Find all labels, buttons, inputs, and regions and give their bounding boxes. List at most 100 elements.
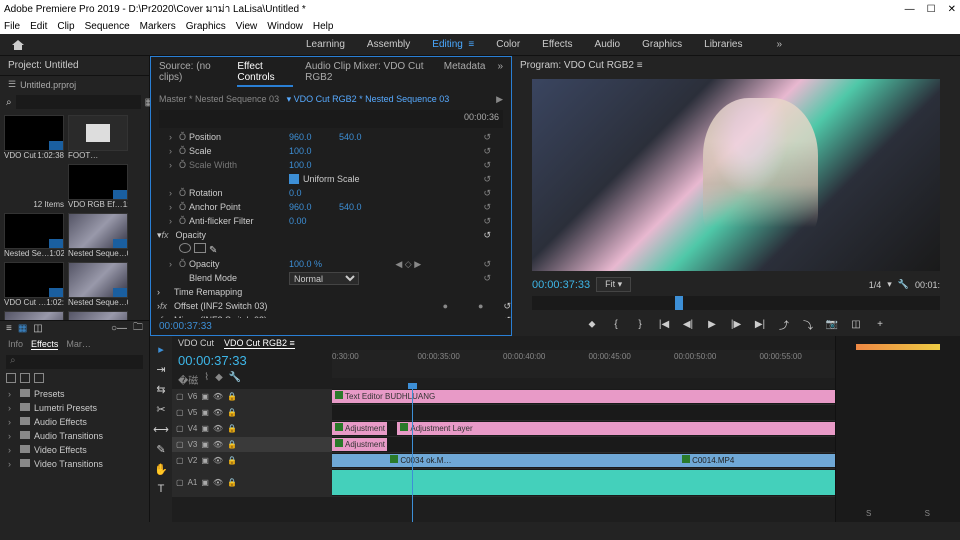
ec-value[interactable]: 0.0	[289, 188, 339, 198]
workspace-libraries[interactable]: Libraries	[704, 39, 742, 50]
stopwatch-icon[interactable]: Ŏ	[179, 216, 189, 226]
track-target[interactable]: ▢	[176, 392, 184, 401]
menu-help[interactable]: Help	[313, 21, 334, 32]
ec-tab-overflow[interactable]: »	[497, 61, 503, 87]
lock-icon[interactable]: 🔒	[227, 408, 237, 417]
timeline-clip[interactable]	[332, 470, 835, 495]
menu-window[interactable]: Window	[267, 21, 303, 32]
track-header[interactable]: ▢A1▣👁🔒	[172, 469, 332, 496]
bin-item[interactable]: FOOT…	[68, 115, 128, 160]
program-playhead[interactable]	[675, 296, 683, 310]
disclosure-icon[interactable]: ›	[169, 160, 179, 170]
program-tab[interactable]: Program: VDO Cut RGB2 ≡	[512, 56, 960, 75]
stopwatch-icon[interactable]: Ŏ	[179, 160, 189, 170]
track-target[interactable]: ▢	[176, 456, 184, 465]
wrench-icon[interactable]: 🔧	[229, 372, 241, 387]
track-header[interactable]: ▢V2▣👁🔒	[172, 453, 332, 468]
effects-tab[interactable]: Effects	[31, 339, 58, 350]
timeline-clip[interactable]: Adjustment Layer	[332, 438, 387, 451]
track-target[interactable]: ▢	[176, 478, 184, 487]
workspace-learning[interactable]: Learning	[306, 39, 345, 50]
workspace-effects[interactable]: Effects	[542, 39, 572, 50]
stopwatch-icon[interactable]: Ŏ	[179, 146, 189, 156]
effects-folder[interactable]: Video Effects	[6, 443, 143, 457]
program-monitor[interactable]	[532, 79, 940, 271]
project-search-input[interactable]	[16, 95, 141, 109]
step-fwd-icon[interactable]: |▶	[728, 316, 744, 332]
stopwatch-icon[interactable]: Ŏ	[179, 202, 189, 212]
mark-out-icon[interactable]: }	[632, 316, 648, 332]
bin-item[interactable]: Nested Seque…0:24	[68, 262, 128, 307]
disclosure-icon[interactable]: ›	[169, 188, 179, 198]
menu-clip[interactable]: Clip	[57, 21, 74, 32]
track-toggle[interactable]: ▣	[201, 392, 209, 401]
effects-search[interactable]: ⌕	[6, 355, 143, 369]
lock-icon[interactable]: 🔒	[227, 478, 237, 487]
reset-icon[interactable]: ↺	[483, 132, 491, 143]
timeline-clip[interactable]	[538, 454, 568, 467]
icon-view-icon[interactable]: ▦	[18, 323, 27, 334]
close-icon[interactable]: ✕	[948, 4, 956, 15]
fx-badge-icon[interactable]	[6, 373, 16, 383]
project-tab[interactable]: Project: Untitled	[0, 56, 149, 76]
menu-edit[interactable]: Edit	[30, 21, 47, 32]
track-content[interactable]	[332, 405, 835, 420]
reset-icon[interactable]: ↺	[483, 188, 491, 199]
hand-tool-icon[interactable]: ✋	[154, 462, 168, 476]
track-select-tool-icon[interactable]: ⇥	[154, 362, 168, 376]
go-out-icon[interactable]: ▶|	[752, 316, 768, 332]
disclosure-icon[interactable]: ›	[169, 202, 179, 212]
ec-value[interactable]: 0.00	[289, 216, 339, 226]
razor-tool-icon[interactable]: ✂	[154, 402, 168, 416]
effects-folder[interactable]: Audio Transitions	[6, 429, 143, 443]
lock-icon[interactable]: 🔒	[227, 456, 237, 465]
timeline-timecode[interactable]: 00:00:37:33	[172, 351, 332, 370]
track-toggle[interactable]: ▣	[201, 440, 209, 449]
track-name[interactable]: V4	[188, 424, 198, 433]
ec-value[interactable]: 100.0	[289, 160, 339, 170]
eye-icon[interactable]: 👁	[213, 440, 223, 449]
reset-icon[interactable]: ↺	[483, 174, 491, 185]
bin-item[interactable]: Nested Seque…0:40	[68, 311, 128, 320]
go-in-icon[interactable]: |◀	[656, 316, 672, 332]
timeline-clip[interactable]: C0014.MP4	[679, 454, 835, 467]
track-name[interactable]: A1	[188, 478, 198, 487]
play-icon[interactable]: ▶	[704, 316, 720, 332]
timeline-clip[interactable]	[568, 454, 628, 467]
workspace-graphics[interactable]: Graphics	[642, 39, 682, 50]
lock-icon[interactable]: 🔒	[227, 392, 237, 401]
snap-icon[interactable]: �磁	[178, 372, 198, 387]
ellipse-mask-icon[interactable]	[179, 243, 191, 253]
reset-icon[interactable]: ↺	[483, 216, 491, 227]
eye-icon[interactable]: 👁	[213, 392, 223, 401]
track-content[interactable]: Text Editor BUDHLUANG	[332, 389, 835, 404]
menu-markers[interactable]: Markers	[140, 21, 176, 32]
workspace-assembly[interactable]: Assembly	[367, 39, 410, 50]
blend-mode-select[interactable]: Normal	[289, 272, 359, 285]
bin-item[interactable]: Nested Se…1:02:38	[4, 213, 64, 258]
bin-item[interactable]: VDO Cut …1:02:38	[4, 262, 64, 307]
workspace-audio[interactable]: Audio	[595, 39, 621, 50]
eye-icon[interactable]: 👁	[213, 408, 223, 417]
disclosure-icon[interactable]: ›	[169, 132, 179, 142]
home-button[interactable]	[0, 39, 36, 51]
track-toggle[interactable]: ▣	[201, 408, 209, 417]
bin-item[interactable]: Nested Seque…0:21	[68, 213, 128, 258]
effects-folder[interactable]: Lumetri Presets	[6, 401, 143, 415]
track-toggle[interactable]: ▣	[201, 424, 209, 433]
timeline-clip[interactable]	[332, 454, 387, 467]
ec-tab[interactable]: Effect Controls	[237, 61, 293, 87]
comparison-icon[interactable]: ◫	[848, 316, 864, 332]
ec-value[interactable]: 960.0	[289, 202, 339, 212]
pen-tool-icon[interactable]: ✎	[154, 442, 168, 456]
menu-sequence[interactable]: Sequence	[85, 21, 130, 32]
timeline-ruler[interactable]: 0:30:0000:00:35:0000:00:40:0000:00:45:00…	[332, 350, 835, 366]
reset-icon[interactable]: ↺	[483, 146, 491, 157]
track-header[interactable]: ▢V6▣👁🔒	[172, 389, 332, 404]
effects-folder[interactable]: Presets	[6, 387, 143, 401]
workspace-editing[interactable]: Editing ≡	[432, 39, 474, 50]
disclosure-icon[interactable]: ›	[169, 146, 179, 156]
fx-badge-icon[interactable]	[34, 373, 44, 383]
bin-item[interactable]: VDO Cut1:02:38	[4, 115, 64, 160]
rect-mask-icon[interactable]	[194, 243, 206, 253]
